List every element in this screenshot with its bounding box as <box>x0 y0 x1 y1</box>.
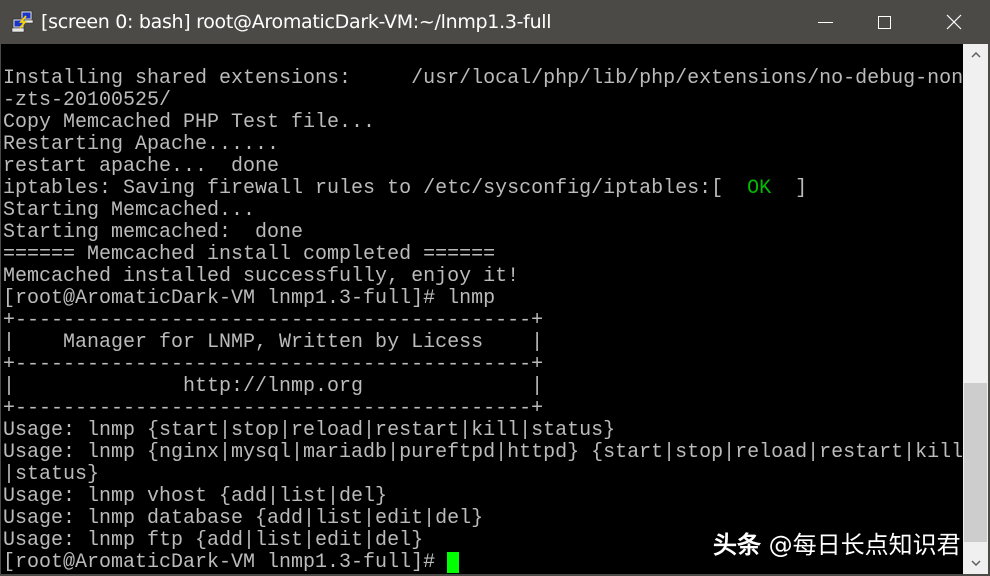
terminal-line: | http://lnmp.org | <box>3 376 963 398</box>
putty-icon[interactable] <box>11 10 35 34</box>
terminal-line-text: Usage: lnmp {start|stop|reload|restart|k… <box>3 419 616 442</box>
terminal-line: Starting memcached: done <box>3 222 963 244</box>
terminal-line-text: Usage: lnmp database {add|list|edit|del} <box>3 507 484 530</box>
terminal-line: ====== Memcached install completed =====… <box>3 244 963 266</box>
scroll-up-button[interactable] <box>963 44 988 66</box>
terminal-line-text: Copy Memcached PHP Test file... <box>3 111 376 134</box>
terminal-line: +---------------------------------------… <box>3 398 963 420</box>
terminal-line-text: Installing shared extensions: /usr/local… <box>3 67 963 90</box>
terminal-line-text: restart apache... done <box>3 155 280 178</box>
terminal-line: Installing shared extensions: /usr/local… <box>3 68 963 90</box>
terminal-line-text: | Manager for LNMP, Written by Licess | <box>3 331 544 354</box>
maximize-button[interactable] <box>849 0 919 44</box>
terminal-line: Memcached installed successfully, enjoy … <box>3 266 963 288</box>
terminal-line: [root@AromaticDark-VM lnmp1.3-full]# lnm… <box>3 288 963 310</box>
terminal-line: Starting Memcached... <box>3 200 963 222</box>
watermark-handle: @每日长点知识君 <box>768 531 961 559</box>
terminal-line: Usage: lnmp vhost {add|list|del} <box>3 486 963 508</box>
terminal-line-text: Usage: lnmp ftp {add|list|edit|del} <box>3 529 424 552</box>
chevron-up-icon <box>970 52 981 58</box>
terminal-line: Usage: lnmp database {add|list|edit|del} <box>3 508 963 530</box>
vertical-scrollbar[interactable] <box>963 44 988 574</box>
scroll-thumb[interactable] <box>964 383 987 542</box>
close-button[interactable] <box>919 0 989 44</box>
terminal-line-text: Memcached installed successfully, enjoy … <box>3 265 520 288</box>
terminal-line-text: +---------------------------------------… <box>3 397 544 420</box>
terminal-line-text: +---------------------------------------… <box>3 309 544 332</box>
terminal-line-text: ====== Memcached install completed =====… <box>3 243 496 266</box>
terminal-line-text: Usage: lnmp vhost {add|list|del} <box>3 485 388 508</box>
terminal-line: +---------------------------------------… <box>3 354 963 376</box>
chevron-down-icon <box>970 560 981 566</box>
terminal-line-text: Restarting Apache...... <box>3 133 280 156</box>
maximize-icon <box>877 15 891 29</box>
terminal-line-text: Starting memcached: done <box>3 221 304 244</box>
watermark: 头条 @每日长点知识君 <box>713 530 961 560</box>
ok-status: OK <box>747 177 772 200</box>
terminal-line: |status} <box>3 464 963 486</box>
watermark-brand: 头条 <box>713 531 761 559</box>
minimize-icon <box>817 21 833 23</box>
terminal-line-text: iptables: Saving firewall rules to /etc/… <box>3 177 748 200</box>
terminal-line: -zts-20100525/ <box>3 90 963 112</box>
terminal-line: Restarting Apache...... <box>3 134 963 156</box>
terminal-line: restart apache... done <box>3 156 963 178</box>
putty-window: [screen 0: bash] root@AromaticDark-VM:~/… <box>0 0 990 576</box>
window-title: [screen 0: bash] root@AromaticDark-VM:~/… <box>41 11 552 33</box>
terminal-area[interactable]: Installing shared extensions: /usr/local… <box>1 44 963 574</box>
terminal-cursor <box>447 552 460 573</box>
terminal-line-text: [root@AromaticDark-VM lnmp1.3-full]# <box>3 551 448 574</box>
terminal-line-text: ] <box>771 177 808 200</box>
terminal-line: Copy Memcached PHP Test file... <box>3 112 963 134</box>
title-bar[interactable]: [screen 0: bash] root@AromaticDark-VM:~/… <box>0 0 990 44</box>
terminal-line: | Manager for LNMP, Written by Licess | <box>3 332 963 354</box>
terminal-line-text: | http://lnmp.org | <box>3 375 544 398</box>
terminal-line-text: Starting Memcached... <box>3 199 256 222</box>
terminal-line-text: [root@AromaticDark-VM lnmp1.3-full]# lnm… <box>3 287 496 310</box>
terminal-line: Usage: lnmp {start|stop|reload|restart|k… <box>3 420 963 442</box>
terminal-line-text: |status} <box>3 463 100 486</box>
terminal-output: Installing shared extensions: /usr/local… <box>3 68 963 574</box>
terminal-line-text: Usage: lnmp {nginx|mysql|mariadb|pureftp… <box>3 441 963 464</box>
close-icon <box>946 14 962 30</box>
terminal-line-text: +---------------------------------------… <box>3 353 544 376</box>
terminal-line: iptables: Saving firewall rules to /etc/… <box>3 178 963 200</box>
terminal-line: Usage: lnmp {nginx|mysql|mariadb|pureftp… <box>3 442 963 464</box>
terminal-line: +---------------------------------------… <box>3 310 963 332</box>
scroll-down-button[interactable] <box>963 552 988 574</box>
terminal-line-text: -zts-20100525/ <box>3 89 172 112</box>
